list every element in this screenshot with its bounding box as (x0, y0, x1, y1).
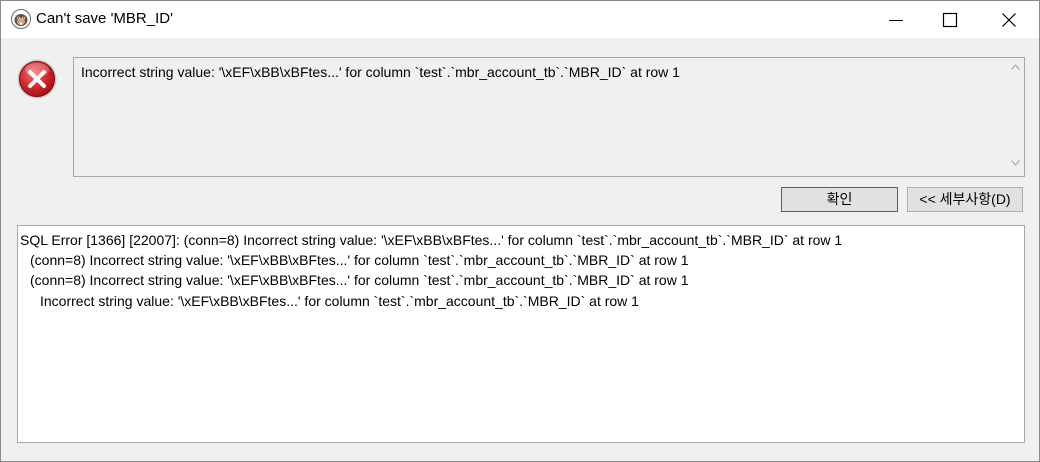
minimize-button[interactable] (871, 1, 921, 38)
details-line: Incorrect string value: '\xEF\xBB\xBFtes… (40, 293, 639, 309)
details-toggle-button[interactable]: << 세부사항(D) (907, 187, 1023, 212)
error-dialog: Can't save 'MBR_ID' Incorrect string val… (0, 0, 1040, 462)
error-message: Incorrect string value: '\xEF\xBB\xBFtes… (81, 64, 680, 80)
details-line: (conn=8) Incorrect string value: '\xEF\x… (30, 272, 689, 288)
error-x-icon (16, 58, 58, 100)
scroll-down-icon[interactable] (1011, 160, 1020, 166)
error-details-area[interactable]: SQL Error [1366] [22007]: (conn=8) Incor… (17, 225, 1025, 443)
dbeaver-beaver-icon (11, 9, 31, 29)
window-title: Can't save 'MBR_ID' (36, 10, 173, 27)
minimize-icon (889, 20, 903, 21)
scroll-up-icon[interactable] (1011, 64, 1020, 70)
message-scrollbar[interactable] (1007, 58, 1024, 176)
close-button[interactable] (984, 1, 1034, 38)
maximize-button[interactable] (925, 1, 975, 38)
error-message-box[interactable]: Incorrect string value: '\xEF\xBB\xBFtes… (73, 57, 1025, 177)
maximize-icon (942, 12, 958, 28)
title-bar[interactable]: Can't save 'MBR_ID' (1, 1, 1039, 38)
details-line: SQL Error [1366] [22007]: (conn=8) Incor… (20, 232, 843, 248)
details-line: (conn=8) Incorrect string value: '\xEF\x… (30, 252, 689, 268)
close-icon (1002, 13, 1016, 27)
ok-button[interactable]: 확인 (781, 187, 898, 212)
